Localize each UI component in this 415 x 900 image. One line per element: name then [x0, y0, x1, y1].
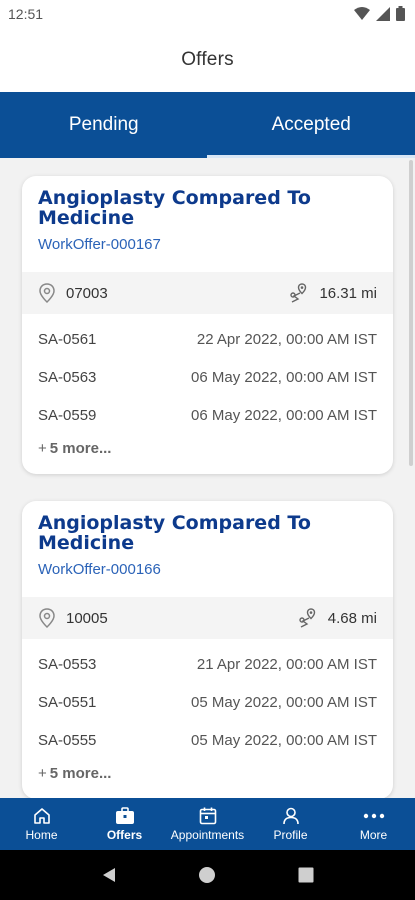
- nav-appointments-label: Appointments: [170, 828, 245, 842]
- appointment-row: SA-0559 06 May 2022, 00:00 AM IST: [22, 396, 393, 434]
- nav-appointments[interactable]: Appointments: [166, 798, 249, 850]
- battery-icon: [396, 6, 405, 21]
- more-appointments-link[interactable]: + 5 more...: [22, 759, 393, 787]
- home-circle-icon: [199, 867, 216, 883]
- system-home-button[interactable]: [198, 866, 216, 884]
- wifi-icon: [354, 6, 370, 20]
- nav-home[interactable]: Home: [0, 798, 83, 850]
- offer-tabs: Pending Accepted: [0, 92, 415, 158]
- zip-code: 10005: [66, 609, 108, 627]
- appointment-row: SA-0555 05 May 2022, 00:00 AM IST: [22, 721, 393, 759]
- nav-profile[interactable]: Profile: [249, 798, 332, 850]
- appointment-row: SA-0551 05 May 2022, 00:00 AM IST: [22, 683, 393, 721]
- appointment-date: 06 May 2022, 00:00 AM IST: [191, 406, 377, 424]
- location-row: 07003 16.31 mi: [22, 272, 393, 314]
- offer-title: Angioplasty Compared To Medicine: [38, 188, 377, 228]
- offer-title-line: Medicine: [38, 532, 135, 554]
- appointment-date: 06 May 2022, 00:00 AM IST: [191, 368, 377, 386]
- appointment-date: 21 Apr 2022, 00:00 AM IST: [196, 655, 377, 673]
- more-dots-icon: [363, 813, 384, 819]
- offer-card[interactable]: Angioplasty Compared To Medicine WorkOff…: [22, 501, 393, 798]
- offer-id: WorkOffer-000167: [38, 236, 161, 253]
- offer-title: Angioplasty Compared To Medicine: [38, 513, 377, 553]
- page-title: Offers: [181, 49, 234, 70]
- home-icon: [33, 808, 50, 824]
- tab-pending[interactable]: Pending: [0, 92, 208, 158]
- scrollbar[interactable]: [409, 160, 413, 466]
- offer-card[interactable]: Angioplasty Compared To Medicine WorkOff…: [22, 176, 393, 474]
- appointment-row: SA-0563 06 May 2022, 00:00 AM IST: [22, 358, 393, 396]
- more-appointments-link[interactable]: + 5 more...: [22, 434, 393, 462]
- appointment-id: SA-0563: [38, 368, 97, 386]
- cell-signal-icon: [376, 6, 390, 21]
- zip-code: 07003: [66, 284, 108, 302]
- appointment-date: 05 May 2022, 00:00 AM IST: [191, 731, 377, 749]
- appointment-date: 22 Apr 2022, 00:00 AM IST: [196, 330, 377, 348]
- appointment-row: SA-0561 22 Apr 2022, 00:00 AM IST: [22, 320, 393, 358]
- location-pin-icon: [39, 608, 55, 628]
- nav-more-label: More: [359, 828, 388, 842]
- appointment-id: SA-0553: [38, 655, 97, 673]
- app-header: Offers: [0, 28, 415, 92]
- system-nav-bar: [0, 850, 415, 900]
- route-distance-icon: [290, 283, 307, 303]
- more-label: 5 more...: [49, 764, 112, 782]
- system-back-button[interactable]: [100, 866, 118, 884]
- appointment-row: SA-0553 21 Apr 2022, 00:00 AM IST: [22, 645, 393, 683]
- offer-title-line: Angioplasty Compared To: [38, 187, 311, 209]
- appointment-id: SA-0551: [38, 693, 97, 711]
- route-distance-icon: [299, 608, 315, 628]
- recents-square-icon: [298, 867, 314, 883]
- tab-pending-label: Pending: [68, 114, 139, 135]
- more-prefix: +: [38, 439, 47, 457]
- offer-card-header: Angioplasty Compared To Medicine WorkOff…: [22, 501, 393, 597]
- distance: 4.68 mi: [327, 609, 377, 627]
- briefcase-icon: [115, 807, 134, 824]
- nav-home-label: Home: [25, 828, 58, 842]
- offer-title-line: Angioplasty Compared To: [38, 512, 311, 534]
- more-prefix: +: [38, 764, 47, 782]
- offer-card-header: Angioplasty Compared To Medicine WorkOff…: [22, 176, 393, 272]
- offer-title-line: Medicine: [38, 207, 135, 229]
- system-recents-button[interactable]: [297, 866, 315, 884]
- status-bar: 12:51: [0, 0, 415, 28]
- nav-profile-label: Profile: [273, 828, 308, 842]
- appointment-id: SA-0559: [38, 406, 97, 424]
- tab-accepted-label: Accepted: [271, 114, 351, 135]
- person-icon: [282, 807, 299, 825]
- status-icons: [354, 6, 405, 21]
- nav-offers-label: Offers: [106, 828, 143, 842]
- offer-id: WorkOffer-000166: [38, 561, 161, 578]
- distance: 16.31 mi: [319, 284, 377, 302]
- more-label: 5 more...: [49, 439, 112, 457]
- nav-offers[interactable]: Offers: [83, 798, 166, 850]
- location-row: 10005 4.68 mi: [22, 597, 393, 639]
- status-time: 12:51: [8, 6, 44, 22]
- location-pin-icon: [39, 283, 55, 303]
- nav-more[interactable]: More: [332, 798, 415, 850]
- bottom-nav: Home Offers Appointments Profile More: [0, 798, 415, 850]
- offers-list[interactable]: Angioplasty Compared To Medicine WorkOff…: [0, 158, 415, 798]
- calendar-icon: [199, 807, 216, 825]
- appointment-date: 05 May 2022, 00:00 AM IST: [191, 693, 377, 711]
- back-triangle-icon: [103, 868, 116, 882]
- appointment-id: SA-0561: [38, 330, 97, 348]
- appointment-id: SA-0555: [38, 731, 97, 749]
- tab-accepted[interactable]: Accepted: [208, 92, 415, 158]
